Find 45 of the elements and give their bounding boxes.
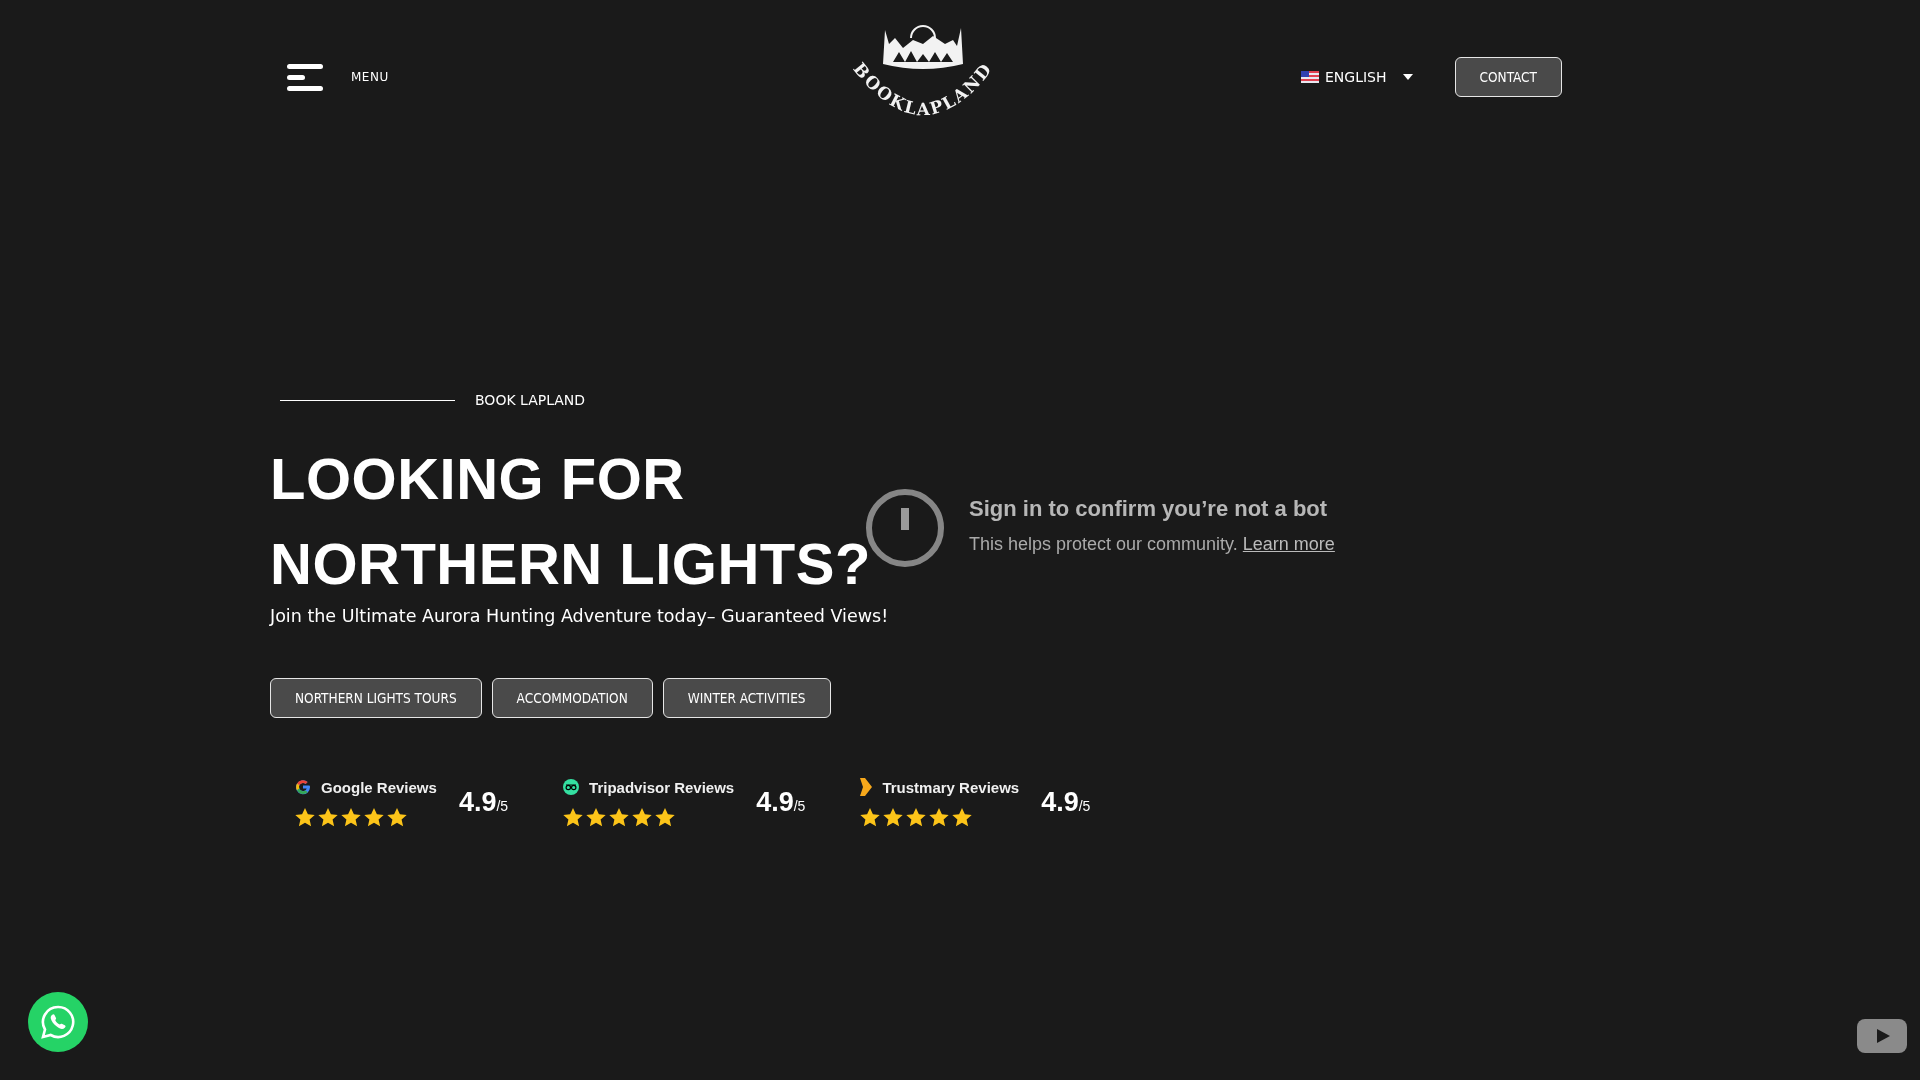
language-selector[interactable]: ENGLISH — [1301, 69, 1413, 85]
star-icon — [952, 808, 973, 827]
star-icon — [586, 807, 607, 827]
star-icon — [364, 807, 384, 827]
star-icon — [609, 807, 630, 827]
star-icon — [929, 808, 950, 827]
rating-scale: /5 — [496, 798, 509, 814]
rating-scale: /5 — [793, 798, 806, 814]
notice-title: Sign in to confirm you’re not a bot — [969, 496, 1329, 522]
star-icon — [295, 807, 315, 827]
star-icon — [387, 807, 407, 827]
learn-more-link[interactable]: Learn more — [1242, 534, 1335, 554]
category-button[interactable]: ACCOMMODATION — [491, 678, 653, 718]
contact-button[interactable]: CONTACT — [1454, 57, 1562, 97]
rating-score: 4.9 — [1041, 787, 1079, 817]
play-icon[interactable] — [1857, 1019, 1907, 1053]
rating-score: 4.9 — [756, 787, 794, 817]
category-button[interactable]: NORTHERN LIGHTS TOURS — [270, 678, 482, 718]
star-icon — [341, 807, 361, 827]
star-icon — [860, 808, 881, 827]
alert-icon — [865, 488, 945, 568]
star-icon — [632, 807, 653, 827]
star-icon — [563, 807, 584, 827]
menu-label[interactable]: MENU — [351, 70, 389, 84]
review-source: Tripadvisor Reviews — [589, 778, 735, 796]
review-source: Trustmary Reviews — [882, 778, 1020, 796]
star-icon — [318, 807, 338, 827]
google-icon — [295, 779, 311, 795]
rating-scale: /5 — [1078, 798, 1091, 814]
heading-line: NORTHERN LIGHTS? — [270, 530, 871, 598]
star-icon — [883, 808, 904, 827]
eyebrow-label: BOOK LAPLAND — [475, 392, 586, 408]
review-source: Google Reviews — [321, 778, 437, 796]
star-icon — [906, 808, 927, 827]
whatsapp-icon[interactable] — [28, 992, 88, 1052]
caret-icon — [1402, 74, 1413, 80]
rating-score: 4.9 — [458, 787, 497, 817]
heading-line: LOOKING FOR — [270, 445, 685, 513]
menu-icon[interactable] — [287, 62, 323, 92]
hero-subtitle: Join the Ultimate Aurora Hunting Adventure today– Guaranteed Views! — [270, 606, 889, 626]
notice-text: This helps protect our community. — [969, 534, 1238, 554]
flag-icon — [1301, 71, 1319, 83]
category-button[interactable]: WINTER ACTIVITIES — [662, 678, 831, 718]
star-icon — [655, 807, 676, 827]
chevron-icon — [860, 778, 873, 796]
